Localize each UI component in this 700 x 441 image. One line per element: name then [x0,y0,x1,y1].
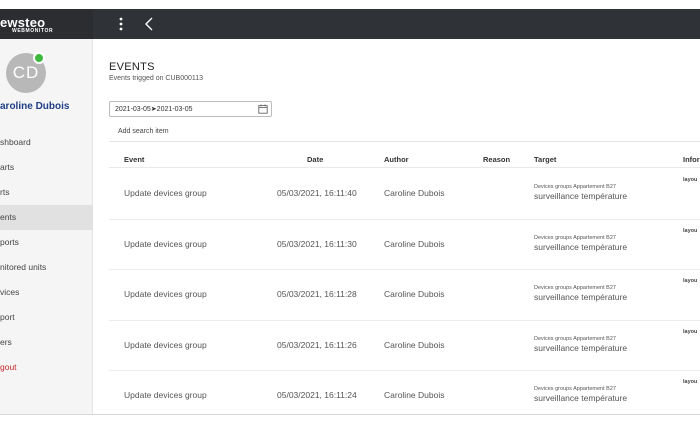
target-cell: Devices groups Appartement B27 surveilla… [534,285,627,302]
sidebar-nav: shboard arts rts ents ports nitored unit… [0,130,93,380]
event-cell: Update devices group [124,188,207,198]
target-name: surveillance température [534,342,628,353]
target-cell: Devices groups Appartement B27 surveilla… [534,386,627,403]
table-row[interactable]: Update devices group 05/03/2021, 16:11:3… [109,220,700,270]
sidebar-item-reports[interactable]: ports [0,230,93,255]
column-header-date[interactable]: Date [307,155,323,164]
author-cell: Caroline Dubois [384,188,445,198]
author-cell: Caroline Dubois [384,339,445,350]
target-cell: Devices groups Appartement B27 surveilla… [534,235,627,252]
calendar-icon[interactable] [258,104,268,114]
date-cell: 05/03/2021, 16:11:24 [277,390,357,400]
info-cell: layou [683,278,698,284]
search-label: Add search item [118,128,169,135]
info-cell: layou [683,379,698,385]
sidebar-item-support[interactable]: port [0,305,93,330]
sidebar-item-dashboard[interactable]: shboard [0,130,93,155]
target-name: surveillance température [534,292,628,302]
app-window: ewsteo WEBMONITOR CD aroline Dubois shbo… [0,9,700,415]
author-cell: Caroline Dubois [384,390,445,400]
sidebar: CD aroline Dubois shboard arts rts ents … [0,39,93,414]
sidebar-item-users[interactable]: ers [0,330,93,355]
logo-subtext: WEBMONITOR [12,28,54,34]
date-cell: 05/03/2021, 16:11:30 [277,238,357,249]
event-cell: Update devices group [124,390,207,400]
sidebar-item-devices[interactable]: vices [0,280,93,305]
target-name: surveillance température [534,191,628,201]
target-group: Devices groups Appartement B27 [534,234,616,241]
target-group: Devices groups Appartement B27 [534,184,616,190]
author-cell: Caroline Dubois [384,238,445,249]
author-cell: Caroline Dubois [384,289,445,299]
date-cell: 05/03/2021, 16:11:28 [277,289,357,299]
date-cell: 05/03/2021, 16:11:26 [277,339,357,350]
page-subtitle: Events trigged on CUB000113 [109,75,204,82]
page-title: EVENTS [109,61,155,73]
user-name[interactable]: aroline Dubois [0,101,69,112]
target-cell: Devices groups Appartement B27 surveilla… [534,336,627,353]
table-header: Event Date Author Reason Target Infor [109,152,700,168]
table-row[interactable]: Update devices group 05/03/2021, 16:11:2… [109,371,700,414]
date-cell: 05/03/2021, 16:11:40 [277,188,357,198]
sidebar-item-logout[interactable]: gout [0,355,93,380]
online-status-indicator [33,52,45,64]
target-group: Devices groups Appartement B27 [534,285,616,291]
sidebar-item-charts[interactable]: arts [0,155,93,180]
sidebar-item-monitored-units[interactable]: nitored units [0,255,93,280]
target-name: surveillance température [534,241,628,252]
target-group: Devices groups Appartement B27 [534,386,616,392]
info-cell: layou [683,328,698,335]
column-header-reason[interactable]: Reason [483,155,510,164]
chevron-left-icon[interactable] [144,17,154,31]
info-cell: layou [683,177,698,183]
date-range-picker[interactable]: 2021-03-05➤2021-03-05 [109,101,272,117]
target-cell: Devices groups Appartement B27 surveilla… [534,184,627,201]
sidebar-item-alerts[interactable]: rts [0,180,93,205]
search-input[interactable]: Add search item [109,124,700,142]
event-cell: Update devices group [124,339,207,350]
column-header-target[interactable]: Target [534,155,556,164]
vertical-dots-icon[interactable] [116,17,126,31]
table-row[interactable]: Update devices group 05/03/2021, 16:11:4… [109,169,700,220]
column-header-event[interactable]: Event [124,155,144,164]
logo[interactable]: ewsteo WEBMONITOR [0,9,93,39]
target-group: Devices groups Appartement B27 [534,335,616,342]
column-header-info[interactable]: Infor [683,155,700,164]
table-row[interactable]: Update devices group 05/03/2021, 16:11:2… [109,270,700,321]
table-row[interactable]: Update devices group 05/03/2021, 16:11:2… [109,321,700,371]
top-bar: ewsteo WEBMONITOR [0,9,700,39]
date-range-value: 2021-03-05➤2021-03-05 [115,106,193,113]
events-table-body: Update devices group 05/03/2021, 16:11:4… [109,169,700,414]
event-cell: Update devices group [124,289,207,299]
info-cell: layou [683,227,698,234]
event-cell: Update devices group [124,238,207,249]
column-header-author[interactable]: Author [384,155,409,164]
main-content: EVENTS Events trigged on CUB000113 2021-… [93,39,700,414]
target-name: surveillance température [534,393,628,403]
sidebar-item-events[interactable]: ents [0,205,93,230]
